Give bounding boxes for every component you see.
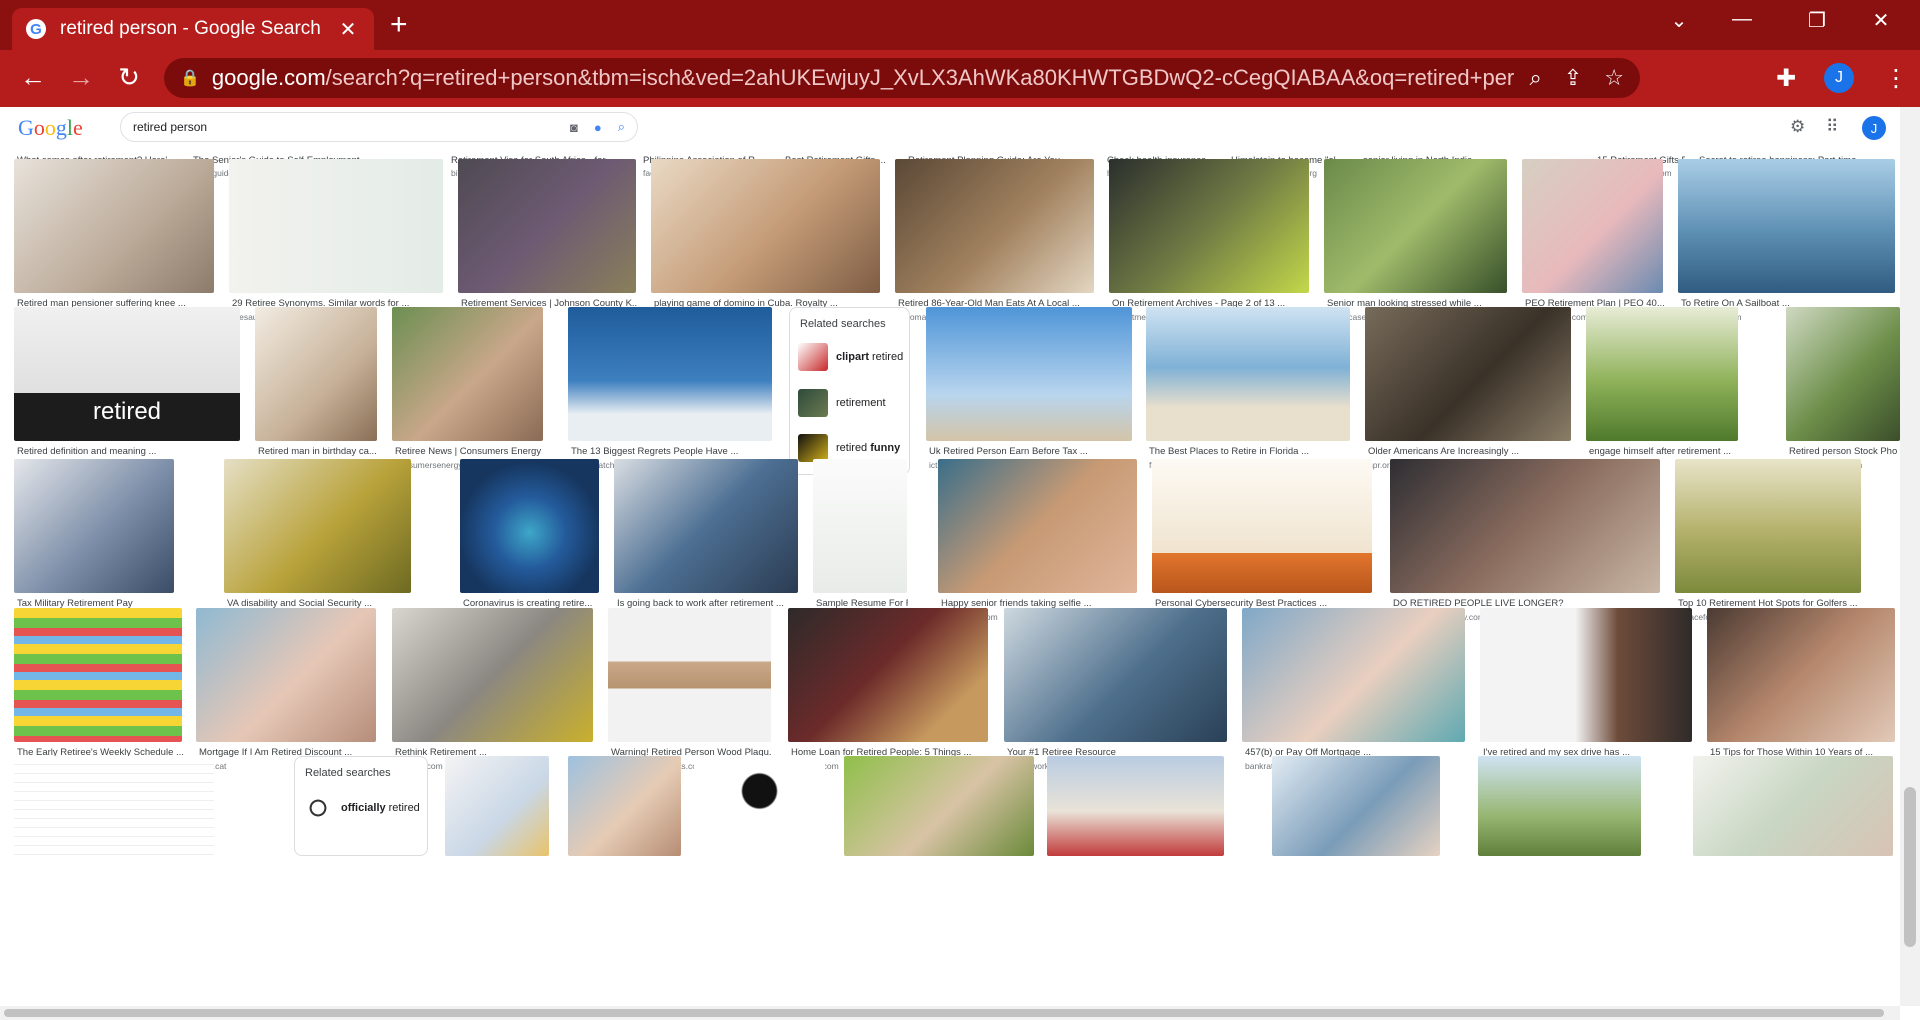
result-thumbnail[interactable] (224, 459, 411, 593)
related-thumbnail (303, 794, 333, 822)
google-account-avatar[interactable]: J (1862, 116, 1886, 140)
minimize-button[interactable]: — (1727, 8, 1757, 31)
result-thumbnail[interactable] (1480, 608, 1692, 742)
search-input[interactable]: retired person ◙ ● ⌕ (120, 112, 638, 142)
search-icon[interactable]: ⌕ (618, 119, 625, 135)
result-thumbnail[interactable] (1478, 756, 1641, 856)
bookmark-star-icon[interactable]: ☆ (1604, 65, 1624, 91)
active-tab[interactable]: G retired person - Google Search ✕ (12, 8, 374, 50)
result-thumbnail[interactable] (1678, 159, 1895, 293)
result-thumbnail[interactable] (458, 159, 636, 293)
browser-toolbar: ← → ↻ 🔒 google.com/search?q=retired+pers… (0, 50, 1920, 107)
share-icon[interactable]: ⇪ (1564, 65, 1582, 91)
new-tab-button[interactable]: + (390, 10, 408, 40)
result-thumbnail[interactable] (392, 608, 593, 742)
image-results: What comes after retirement? Here'...m.e… (0, 147, 1900, 1020)
related-searches-title: Related searches (305, 767, 391, 779)
mic-icon[interactable]: ● (594, 120, 602, 135)
google-favicon-icon: G (26, 19, 46, 39)
result-thumbnail[interactable] (895, 159, 1094, 293)
related-searches-card: Related searches officially retired (294, 756, 428, 856)
related-searches-title: Related searches (800, 318, 886, 330)
result-thumbnail[interactable] (1324, 159, 1507, 293)
result-thumbnail[interactable] (651, 159, 880, 293)
result-thumbnail[interactable] (568, 307, 772, 441)
related-search-item[interactable]: officially retired (303, 789, 420, 827)
result-thumbnail[interactable] (1390, 459, 1660, 593)
result-thumbnail[interactable] (1693, 756, 1893, 856)
tab-close-icon[interactable]: ✕ (336, 17, 360, 42)
result-thumbnail[interactable] (1707, 608, 1895, 742)
result-thumbnail[interactable] (392, 307, 543, 441)
related-thumbnail (798, 389, 828, 417)
result-thumbnail[interactable] (14, 608, 182, 742)
result-thumbnail[interactable] (1365, 307, 1571, 441)
result-thumbnail[interactable] (255, 307, 377, 441)
result-thumbnail[interactable] (1152, 459, 1372, 593)
related-thumbnail (798, 434, 828, 462)
result-thumbnail[interactable] (1786, 307, 1900, 441)
address-bar[interactable]: 🔒 google.com/search?q=retired+person&tbm… (164, 58, 1640, 98)
apps-grid-icon[interactable]: ⠿ (1826, 117, 1838, 137)
result-thumbnail[interactable] (229, 159, 443, 293)
url-text[interactable]: google.com/search?q=retired+person&tbm=i… (212, 65, 1514, 91)
browser-tab-strip: G retired person - Google Search ✕ + ⌄ —… (0, 0, 1920, 50)
result-thumbnail[interactable] (1242, 608, 1465, 742)
result-thumbnail[interactable] (938, 459, 1137, 593)
extensions-icon[interactable]: ✚ (1776, 64, 1796, 93)
tab-search-chevron-icon[interactable]: ⌄ (1664, 8, 1694, 33)
result-thumbnail[interactable] (14, 159, 214, 293)
related-search-item[interactable]: clipart retired (798, 338, 903, 376)
result-thumbnail[interactable] (568, 756, 681, 856)
related-thumbnail (798, 343, 828, 371)
google-header: Google retired person ◙ ● ⌕ ⚙ ⠿ J (0, 107, 1900, 147)
result-thumbnail[interactable] (694, 756, 825, 856)
result-thumbnail[interactable]: retired (14, 307, 240, 441)
result-thumbnail[interactable] (14, 459, 174, 593)
tab-title: retired person - Google Search (60, 18, 321, 39)
result-thumbnail[interactable] (1522, 159, 1663, 293)
result-thumbnail[interactable] (614, 459, 798, 593)
result-thumbnail[interactable] (445, 756, 549, 856)
result-thumbnail[interactable] (14, 756, 214, 856)
result-thumbnail[interactable] (1109, 159, 1309, 293)
result-thumbnail[interactable] (196, 608, 376, 742)
close-window-button[interactable]: ✕ (1866, 8, 1896, 33)
vertical-scroll-thumb[interactable] (1904, 787, 1916, 947)
result-thumbnail[interactable] (608, 608, 771, 742)
settings-gear-icon[interactable]: ⚙ (1790, 117, 1805, 137)
browser-menu-icon[interactable]: ⋮ (1884, 64, 1908, 93)
zoom-icon[interactable]: ⌕ (1530, 65, 1542, 91)
result-thumbnail[interactable] (844, 756, 1034, 856)
result-thumbnail[interactable] (1047, 756, 1224, 856)
result-thumbnail[interactable] (1146, 307, 1350, 441)
search-query[interactable]: retired person (133, 120, 554, 134)
related-searches-card: Related searches clipart retired retireme… (789, 307, 910, 475)
result-thumbnail[interactable] (1004, 608, 1227, 742)
horizontal-scrollbar[interactable] (0, 1006, 1900, 1020)
result-thumbnail[interactable] (1586, 307, 1738, 441)
result-thumbnail[interactable] (788, 608, 988, 742)
result-thumbnail[interactable] (813, 459, 907, 593)
back-button[interactable]: ← (16, 62, 50, 93)
result-thumbnail[interactable] (1272, 756, 1440, 856)
horizontal-scroll-thumb[interactable] (4, 1009, 1884, 1017)
forward-button[interactable]: → (64, 62, 98, 93)
result-thumbnail[interactable] (460, 459, 599, 593)
result-thumbnail[interactable] (1675, 459, 1861, 593)
google-logo[interactable]: Google (18, 115, 83, 141)
maximize-button[interactable]: ❐ (1802, 8, 1832, 33)
vertical-scrollbar[interactable] (1900, 107, 1920, 1006)
related-search-item[interactable]: retirement (798, 384, 886, 422)
camera-icon[interactable]: ◙ (570, 120, 578, 135)
profile-avatar[interactable]: J (1824, 63, 1854, 93)
result-thumbnail[interactable] (926, 307, 1132, 441)
lock-icon[interactable]: 🔒 (180, 68, 200, 88)
reload-button[interactable]: ↻ (112, 62, 146, 93)
